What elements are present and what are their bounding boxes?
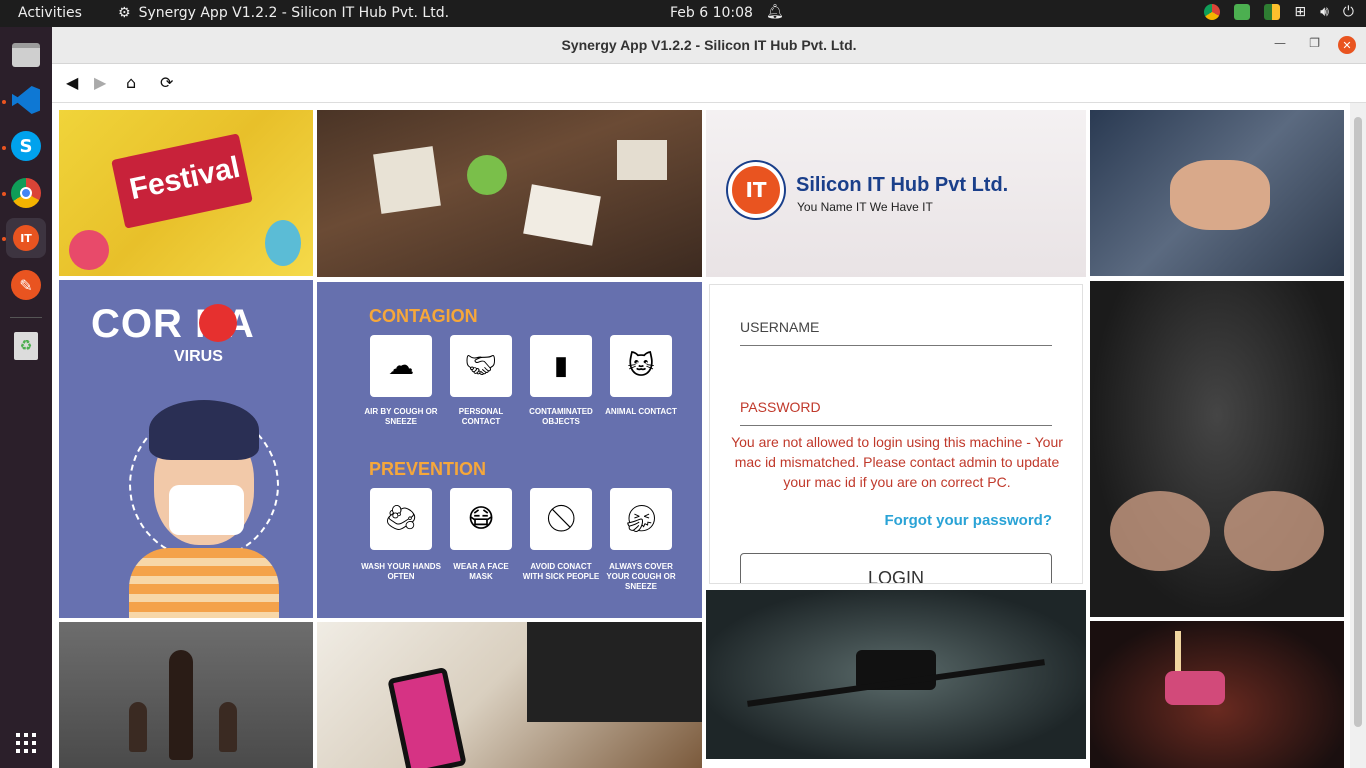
network-icon[interactable]: ⊞	[1294, 4, 1306, 20]
username-input[interactable]	[740, 337, 1052, 361]
page-content: Festival IT Silicon IT Hub Pvt Ltd. You …	[52, 103, 1350, 768]
login-error-message: You are not allowed to login using this …	[731, 434, 1063, 490]
wash-hands-icon: 🧼︎	[370, 488, 432, 550]
activities-button[interactable]: Activities	[18, 5, 82, 21]
prevention-title: PREVENTION	[369, 459, 487, 479]
corona-subtitle: VIRUS	[174, 348, 223, 365]
face-mask-icon: 😷︎	[450, 488, 512, 550]
nav-bar: ◀ ▶ ⌂ ⟳	[52, 64, 1366, 103]
login-form: USERNAME PASSWORD You are not allowed to…	[709, 284, 1083, 584]
no-contact-icon: 🚫︎	[530, 488, 592, 550]
password-input[interactable]	[740, 399, 1052, 423]
password-underline	[740, 425, 1052, 426]
username-label: USERNAME	[740, 319, 820, 335]
maximize-icon[interactable]: ❐	[1309, 36, 1320, 50]
vertical-scrollbar[interactable]	[1350, 103, 1366, 768]
window-title: Synergy App V1.2.2 - Silicon IT Hub Pvt.…	[561, 37, 857, 53]
corona-tile: COR NA VIRUS	[59, 280, 313, 618]
chrome-icon[interactable]	[6, 173, 46, 213]
prevention-caption: AVOID CONACT WITH SICK PEOPLE	[522, 562, 600, 581]
brand-tagline: You Name IT We Have IT	[797, 200, 933, 214]
minimize-icon[interactable]: —	[1274, 36, 1286, 50]
handshake-icon: 🤝︎	[450, 335, 512, 397]
back-icon[interactable]: ◀	[66, 73, 78, 92]
company-logo: IT	[728, 162, 784, 218]
drone-photo	[706, 590, 1086, 759]
cat-icon: 🐱︎	[610, 335, 672, 397]
title-bar[interactable]: Synergy App V1.2.2 - Silicon IT Hub Pvt.…	[52, 27, 1366, 64]
contagion-title: CONTAGION	[369, 306, 478, 326]
clock[interactable]: Feb 6 10:08	[670, 5, 753, 21]
app-grid-icon[interactable]	[6, 723, 46, 763]
top-bar: Activities ⚙ Synergy App V1.2.2 - Silico…	[0, 0, 1366, 27]
prevention-caption: ALWAYS COVER YOUR COUGH OR SNEEZE	[606, 562, 676, 591]
scrollbar-thumb[interactable]	[1354, 117, 1362, 727]
chrome-tray-icon[interactable]	[1204, 4, 1221, 20]
power-icon[interactable]: ⏻	[1343, 4, 1354, 20]
birthday-photo	[1090, 621, 1344, 768]
shield-check-icon[interactable]	[1234, 4, 1251, 20]
forgot-password-link[interactable]: Forgot your password?	[884, 512, 1052, 529]
system-tray[interactable]: ⊞ 🔊︎ ⏻	[1204, 4, 1354, 20]
app-menu[interactable]: ⚙ Synergy App V1.2.2 - Silicon IT Hub Pv…	[118, 5, 449, 21]
prevention-caption: WASH YOUR HANDS OFTEN	[361, 562, 441, 581]
files-icon[interactable]	[6, 35, 46, 75]
volume-icon[interactable]: 🔊︎	[1320, 4, 1329, 20]
festival-tile: Festival	[59, 110, 313, 276]
vscode-icon[interactable]	[6, 80, 46, 120]
login-button[interactable]: LOGIN	[740, 553, 1052, 583]
network-people-photo	[1090, 281, 1344, 617]
home-icon[interactable]: ⌂	[126, 73, 136, 92]
meeting-photo	[317, 110, 702, 277]
virus-icon	[199, 304, 237, 342]
contagion-caption: CONTAMINATED OBJECTS	[529, 407, 593, 426]
contagion-caption: PERSONAL CONTACT	[458, 407, 504, 426]
app-window: Synergy App V1.2.2 - Silicon IT Hub Pvt.…	[52, 27, 1366, 768]
forward-icon[interactable]: ▶	[94, 73, 106, 92]
trash-icon[interactable]: ♻	[6, 326, 46, 366]
cover-cough-icon: 🤧︎	[610, 488, 672, 550]
app-menu-label: Synergy App V1.2.2 - Silicon IT Hub Pvt.…	[138, 5, 450, 21]
app-tray-icon[interactable]	[1264, 4, 1281, 20]
contagion-caption: AIR BY COUGH OR SNEEZE	[364, 407, 438, 426]
close-icon[interactable]: ✕	[1338, 36, 1356, 54]
username-underline	[740, 345, 1052, 346]
prevention-caption: WEAR A FACE MASK	[453, 562, 509, 581]
dock: S IT ✎ ♻	[0, 27, 52, 768]
gear-icon: ⚙	[118, 5, 131, 21]
cough-icon: ☁	[370, 335, 432, 397]
dev-workspace-photo	[317, 622, 702, 768]
chess-photo	[59, 622, 313, 768]
pen-tool-icon[interactable]: ✎	[6, 265, 46, 305]
reload-icon[interactable]: ⟳	[160, 73, 173, 92]
team-hands-photo	[1090, 110, 1344, 276]
skype-icon[interactable]: S	[6, 126, 46, 166]
contagion-poster: CONTAGION ☁ 🤝︎ ▮ 🐱︎ AIR BY COUGH OR SNEE…	[317, 282, 702, 618]
brand-name: Silicon IT Hub Pvt Ltd.	[796, 174, 1009, 196]
bottle-icon: ▮	[530, 335, 592, 397]
synergy-app-icon[interactable]: IT	[6, 218, 46, 258]
brand-banner: IT Silicon IT Hub Pvt Ltd. You Name IT W…	[706, 110, 1086, 277]
contagion-caption: ANIMAL CONTACT	[605, 407, 677, 416]
bell-icon: 🔔︎	[766, 4, 784, 20]
